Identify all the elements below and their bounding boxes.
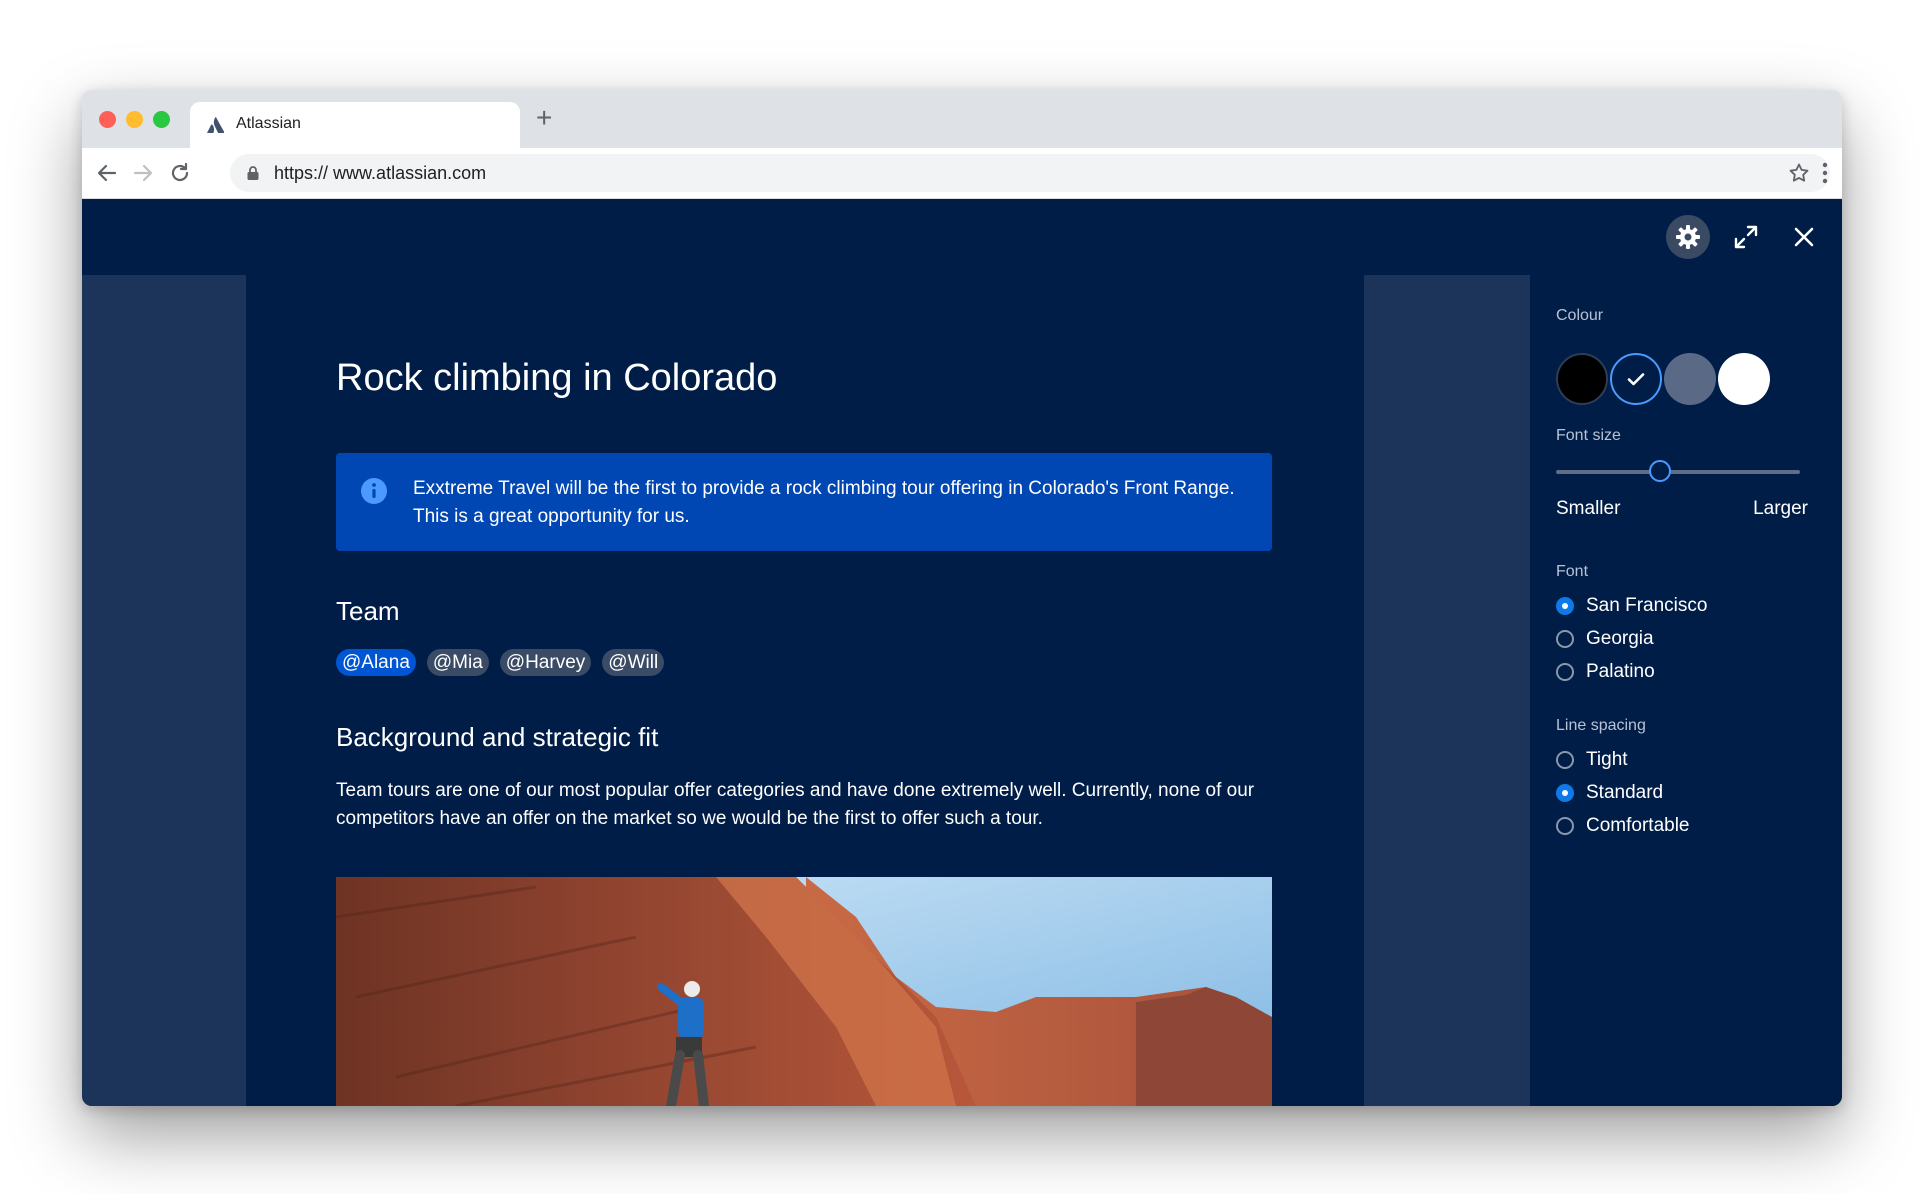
fullscreen-button[interactable]: [1724, 215, 1768, 259]
left-margin: [82, 275, 246, 1106]
zoom-window-button[interactable]: [153, 111, 170, 128]
font-option-palatino[interactable]: Palatino: [1556, 659, 1655, 685]
mention-list: @Alana @Mia @Harvey @Will: [336, 649, 665, 676]
radio-tight[interactable]: [1556, 751, 1574, 769]
font-size-slider-track[interactable]: [1556, 470, 1800, 474]
font-option-georgia[interactable]: Georgia: [1556, 626, 1654, 652]
radio-palatino[interactable]: [1556, 663, 1574, 681]
rock-climbing-photo: [336, 877, 1272, 1106]
reader-toolbar: [82, 199, 1842, 275]
forward-arrow-icon[interactable]: [128, 158, 158, 188]
radio-standard[interactable]: [1556, 784, 1574, 802]
url-text: https:// www.atlassian.com: [274, 163, 486, 184]
colour-swatch-grey[interactable]: [1664, 353, 1716, 405]
reader-view: Rock climbing in Colorado Exxtreme Trave…: [82, 199, 1842, 1106]
colour-swatch-navy[interactable]: [1610, 353, 1662, 405]
close-icon: [1794, 227, 1814, 247]
radio-comfortable[interactable]: [1556, 817, 1574, 835]
font-size-label: Font size: [1556, 427, 1621, 444]
line-spacing-label: Line spacing: [1556, 717, 1646, 734]
kebab-menu-icon[interactable]: [1822, 162, 1828, 184]
check-icon: [1627, 373, 1645, 386]
font-size-slider-thumb[interactable]: [1649, 460, 1671, 482]
minimize-window-button[interactable]: [126, 111, 143, 128]
font-label: Font: [1556, 563, 1589, 580]
new-tab-button[interactable]: +: [536, 104, 552, 132]
line-spacing-option-label: Tight: [1586, 749, 1628, 770]
line-spacing-option-label: Comfortable: [1586, 815, 1690, 836]
font-option-label: San Francisco: [1586, 595, 1708, 616]
bookmark-star-icon[interactable]: [1788, 162, 1810, 184]
line-spacing-option-tight[interactable]: Tight: [1556, 747, 1628, 773]
page-title: Rock climbing in Colorado: [336, 357, 778, 399]
browser-tab-atlassian[interactable]: Atlassian: [190, 102, 520, 148]
radio-san-francisco[interactable]: [1556, 597, 1574, 615]
mention-will[interactable]: @Will: [602, 649, 665, 676]
reload-icon[interactable]: [165, 158, 195, 188]
font-size-min-label: Smaller: [1556, 498, 1621, 519]
colour-swatch-white[interactable]: [1718, 353, 1770, 405]
mention-harvey[interactable]: @Harvey: [499, 649, 592, 676]
url-host: www.atlassian.com: [333, 163, 487, 183]
line-spacing-option-comfortable[interactable]: Comfortable: [1556, 813, 1690, 839]
background-heading: Background and strategic fit: [336, 722, 659, 752]
browser-window: Atlassian + https:// www.atlassian.com R…: [82, 90, 1842, 1106]
back-arrow-icon[interactable]: [92, 158, 122, 188]
close-window-button[interactable]: [99, 111, 116, 128]
tab-bar: Atlassian +: [82, 90, 1842, 148]
mention-alana[interactable]: @Alana: [336, 649, 416, 676]
right-margin: [1364, 275, 1530, 1106]
document-body: Rock climbing in Colorado Exxtreme Trave…: [246, 275, 1364, 1106]
expand-icon: [1734, 225, 1758, 249]
info-icon: [361, 478, 387, 504]
atlassian-logo-icon: [207, 117, 224, 133]
url-protocol: https://: [274, 163, 329, 183]
font-size-max-label: Larger: [1753, 498, 1808, 519]
photo-illustration: [336, 877, 1272, 1106]
line-spacing-option-standard[interactable]: Standard: [1556, 780, 1663, 806]
radio-georgia[interactable]: [1556, 630, 1574, 648]
gear-icon: [1676, 225, 1700, 249]
team-heading: Team: [336, 596, 400, 626]
mention-mia[interactable]: @Mia: [426, 649, 489, 676]
colour-label: Colour: [1556, 307, 1604, 324]
tab-title: Atlassian: [236, 115, 301, 132]
settings-button[interactable]: [1666, 215, 1710, 259]
font-option-san-francisco[interactable]: San Francisco: [1556, 593, 1707, 619]
address-bar[interactable]: https:// www.atlassian.com: [230, 154, 1830, 192]
font-option-label: Georgia: [1586, 628, 1654, 649]
font-option-label: Palatino: [1586, 661, 1655, 682]
display-settings-panel: Colour Font size Smaller Larger Font San…: [1530, 275, 1842, 1106]
info-panel-text: Exxtreme Travel will be the first to pro…: [413, 478, 1235, 527]
background-paragraph: Team tours are one of our most popular o…: [336, 780, 1255, 829]
browser-toolbar: https:// www.atlassian.com: [82, 148, 1842, 199]
info-panel: Exxtreme Travel will be the first to pro…: [336, 453, 1272, 551]
lock-icon: [247, 166, 259, 180]
close-reader-button[interactable]: [1782, 215, 1826, 259]
line-spacing-option-label: Standard: [1586, 782, 1664, 803]
colour-swatch-black[interactable]: [1556, 353, 1608, 405]
